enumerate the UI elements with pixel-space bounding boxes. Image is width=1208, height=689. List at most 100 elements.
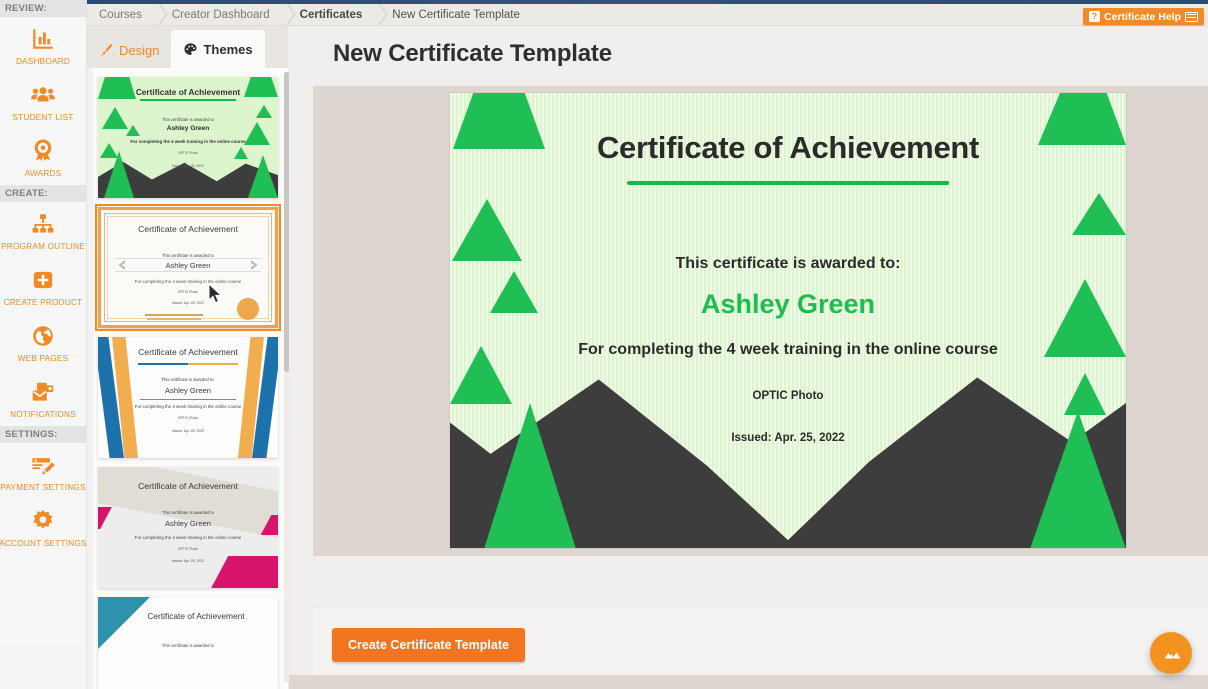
sidebar-item-awards[interactable]: AWARDS xyxy=(0,129,86,185)
seal-badge-icon xyxy=(237,298,259,320)
certificate-preview[interactable]: Certificate of Achievement This certific… xyxy=(450,93,1126,548)
sidebar-item-label: WEB PAGES xyxy=(18,354,69,363)
palette-icon xyxy=(183,42,198,57)
theme-reason: For completing the 4 week training in th… xyxy=(98,404,278,409)
theme-awarded-label: This certificate is awarded to xyxy=(98,643,278,648)
globe-icon xyxy=(30,323,56,349)
top-accent-bar xyxy=(87,0,1208,4)
certificate-reason: For completing the 4 week training in th… xyxy=(450,341,1126,359)
theme-issued: Issued: Apr. 25, 2022 xyxy=(98,429,278,433)
sidebar-item-label: NOTIFICATIONS xyxy=(10,410,76,419)
sidebar-item-student-list[interactable]: STUDENT LIST xyxy=(0,73,86,129)
certificate-help-label: Certificate Help xyxy=(1104,11,1181,23)
sidebar-section-review-label: REVIEW: xyxy=(0,0,86,17)
chart-bar-icon xyxy=(30,26,56,52)
app-root: REVIEW: DASHBOARD STUDENT LIST AWARDS CR… xyxy=(0,0,1208,689)
sidebar-item-label: AWARDS xyxy=(25,169,62,178)
sidebar-item-program-outline[interactable]: PROGRAM OUTLINE xyxy=(0,202,86,258)
users-group-icon xyxy=(30,82,56,108)
tab-design-label: Design xyxy=(119,43,159,58)
theme-title: Certificate of Achievement xyxy=(114,611,278,621)
breadcrumb-separator-icon xyxy=(272,4,298,26)
tab-themes-label: Themes xyxy=(203,42,252,57)
theme-rule xyxy=(140,99,236,101)
tab-themes[interactable]: Themes xyxy=(171,30,264,68)
image-mountain-icon xyxy=(1160,642,1182,664)
theme-organization: OPTIC Photo xyxy=(98,547,278,551)
question-mark-icon: ? xyxy=(1089,11,1100,22)
certificate-recipient-name: Ashley Green xyxy=(450,289,1126,320)
sidebar-item-label: PAYMENT SETTINGS xyxy=(0,483,85,492)
theme-issued: Issued: Apr. 25, 2022 xyxy=(98,164,278,168)
sidebar-item-create-product[interactable]: CREATE PRODUCT xyxy=(0,258,86,314)
certificate-icon xyxy=(1185,12,1198,22)
certificate-organization: OPTIC Photo xyxy=(450,390,1126,402)
theme-thumbnail-green-mountains[interactable]: Certificate of Achievement This certific… xyxy=(98,77,278,198)
gear-icon xyxy=(30,508,56,534)
theme-title: Certificate of Achievement xyxy=(98,347,278,357)
sidebar-item-web-pages[interactable]: WEB PAGES xyxy=(0,314,86,370)
certificate-help-button[interactable]: ? Certificate Help xyxy=(1083,8,1204,25)
svg-text:$: $ xyxy=(34,458,37,464)
theme-rule xyxy=(138,363,238,365)
certificate-awarded-label: This certificate is awarded to: xyxy=(450,255,1126,273)
certificate-title-rule xyxy=(627,181,949,185)
theme-thumbnail-blue-orange-stripes[interactable]: Certificate of Achievement This certific… xyxy=(98,337,278,458)
certificate-preview-stage: Certificate of Achievement This certific… xyxy=(313,86,1208,556)
page-title: New Certificate Template xyxy=(333,40,612,68)
breadcrumb-item-certificates[interactable]: Certificates xyxy=(298,9,365,21)
theme-awarded-label: This certificate is awarded to xyxy=(98,117,278,122)
breadcrumb-item-new-certificate-template: New Certificate Template xyxy=(390,9,522,21)
breadcrumb-item-creator-dashboard[interactable]: Creator Dashboard xyxy=(170,9,272,21)
theme-awarded-label: This certificate is awarded to: xyxy=(98,377,278,382)
breadcrumb-item-courses[interactable]: Courses xyxy=(97,9,144,21)
sidebar-item-label: DASHBOARD xyxy=(16,57,70,66)
theme-title: Certificate of Achievement xyxy=(98,87,278,97)
sidebar-item-payment-settings[interactable]: $ PAYMENT SETTINGS xyxy=(0,443,86,499)
breadcrumb-separator-icon xyxy=(364,4,390,26)
theme-thumbnail-magenta-bands[interactable]: Certificate of Achievement This certific… xyxy=(98,467,278,588)
sidebar-section-settings-label: SETTINGS: xyxy=(0,426,86,443)
theme-organization: OPTIC Photo xyxy=(98,151,278,155)
theme-thumbnail-teal-corner[interactable]: Certificate of Achievement This certific… xyxy=(98,597,278,689)
sidebar-item-account-settings[interactable]: ACCOUNT SETTINGS xyxy=(0,499,86,555)
themes-scrollbar[interactable] xyxy=(284,72,289,682)
theme-reason: For completing the 4 week training in th… xyxy=(98,535,278,540)
envelope-stack-icon xyxy=(30,379,56,405)
certificate-issued-date: Issued: Apr. 25, 2022 xyxy=(450,432,1126,444)
breadcrumb: Courses Creator Dashboard Certificates N… xyxy=(87,4,1208,26)
theme-reason: For completing the 4 week training in th… xyxy=(98,139,278,144)
create-certificate-template-button[interactable]: Create Certificate Template xyxy=(332,628,525,662)
theme-thumbnail-classic-orange[interactable]: Certificate of Achievement This certific… xyxy=(98,207,278,328)
bottom-strip xyxy=(289,675,1208,689)
theme-recipient: Ashley Green xyxy=(101,261,275,270)
sidebar-item-label: STUDENT LIST xyxy=(12,113,73,122)
theme-recipient: Ashley Green xyxy=(98,125,278,132)
award-medal-icon xyxy=(30,138,56,164)
theme-awarded-label: This certificate is awarded to xyxy=(98,510,278,515)
editor-tabs: Design Themes xyxy=(87,26,288,68)
theme-organization: OPTIC Photo xyxy=(101,290,275,294)
action-bar: Create Certificate Template xyxy=(313,606,1208,678)
tab-design[interactable]: Design xyxy=(87,32,171,68)
sitemap-icon xyxy=(30,211,56,237)
theme-recipient: Ashley Green xyxy=(98,519,278,528)
theme-title: Certificate of Achievement xyxy=(98,481,278,491)
sidebar-item-notifications[interactable]: NOTIFICATIONS xyxy=(0,370,86,426)
left-sidebar: REVIEW: DASHBOARD STUDENT LIST AWARDS CR… xyxy=(0,0,87,689)
theme-recipient: Ashley Green xyxy=(98,386,278,395)
image-mountain-fab-button[interactable] xyxy=(1150,632,1192,674)
theme-title: Certificate of Achievement xyxy=(101,224,275,234)
theme-issued: Issued: Apr. 25, 2022 xyxy=(98,559,278,563)
sidebar-item-label: ACCOUNT SETTINGS xyxy=(0,539,87,548)
main-content: New Certificate Template Cert xyxy=(289,26,1208,689)
sidebar-item-label: PROGRAM OUTLINE xyxy=(1,242,85,251)
sidebar-item-dashboard[interactable]: DASHBOARD xyxy=(0,17,86,73)
themes-list-panel[interactable]: Certificate of Achievement This certific… xyxy=(93,68,289,689)
paintbrush-icon xyxy=(99,43,114,58)
plus-box-icon xyxy=(30,267,56,293)
certificate-title: Certificate of Achievement xyxy=(450,130,1126,166)
sidebar-item-label: CREATE PRODUCT xyxy=(4,298,83,307)
money-check-icon: $ xyxy=(30,452,56,478)
scrollbar-thumb[interactable] xyxy=(284,72,289,372)
